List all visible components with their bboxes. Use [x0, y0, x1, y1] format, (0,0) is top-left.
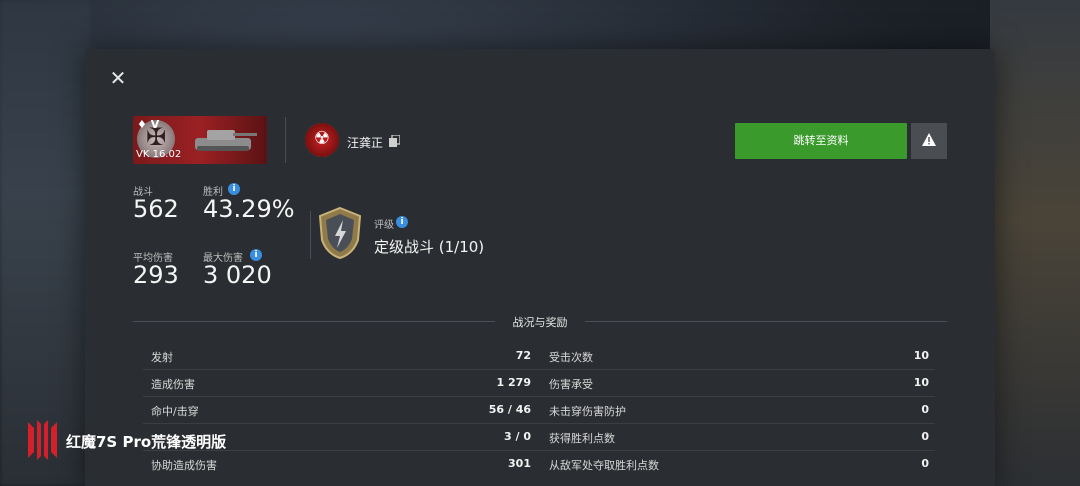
- table-row: 3 / 0 获得胜利点数 0: [143, 424, 935, 451]
- row-label: 协助造成伤害: [151, 459, 217, 472]
- warning-icon: [922, 133, 936, 146]
- avg-damage-value: 293: [133, 261, 179, 289]
- row-value: 0: [921, 403, 929, 416]
- divider: [585, 321, 947, 322]
- row-label: 造成伤害: [151, 378, 195, 391]
- row-label: 从敌军处夺取胜利点数: [549, 459, 659, 472]
- row-label: 受击次数: [549, 351, 593, 364]
- table-row: 发射 72 受击次数 10: [143, 343, 935, 370]
- row-value: 3 / 0: [504, 430, 531, 443]
- background-right: [990, 0, 1080, 486]
- redmagic-logo-icon: [28, 420, 57, 460]
- info-icon[interactable]: i: [228, 183, 240, 195]
- table-row: 命中/击穿 56 / 46 未击穿伤害防护 0: [143, 397, 935, 424]
- rank-shield-icon: [318, 206, 362, 260]
- copy-icon[interactable]: [389, 135, 400, 147]
- close-icon[interactable]: ✕: [107, 67, 129, 89]
- player-name: 汪龚正: [347, 136, 384, 150]
- divider: [285, 117, 286, 163]
- watermark-text: 红魔7S Pro荒锋透明版: [66, 433, 227, 451]
- background-left: [0, 0, 90, 486]
- row-value: 72: [515, 349, 531, 362]
- info-icon[interactable]: i: [396, 216, 408, 228]
- row-label: 获得胜利点数: [549, 432, 615, 445]
- table-row: 造成伤害 1 279 伤害承受 10: [143, 370, 935, 397]
- max-damage-value: 3 020: [203, 261, 272, 289]
- row-value: 0: [921, 457, 929, 470]
- tank-tier: ♦ V: [137, 118, 160, 131]
- report-button[interactable]: [911, 123, 947, 159]
- row-value: 56 / 46: [488, 403, 531, 416]
- rank-label: 评级: [374, 220, 394, 231]
- tank-icon: [195, 130, 257, 151]
- tank-card: ♦ V VK 16.02: [133, 116, 267, 164]
- battles-value: 562: [133, 195, 179, 223]
- goto-profile-button[interactable]: 跳转至资料: [735, 123, 907, 159]
- row-label: 伤害承受: [549, 378, 593, 391]
- info-icon[interactable]: i: [250, 249, 262, 261]
- row-label: 发射: [151, 351, 173, 364]
- row-value: 10: [913, 349, 929, 362]
- tank-name: VK 16.02: [136, 149, 182, 160]
- winrate-value: 43.29%: [203, 195, 295, 223]
- row-value: 10: [913, 376, 929, 389]
- row-label: 命中/击穿: [151, 405, 199, 418]
- divider: [310, 211, 311, 259]
- row-value: 301: [508, 457, 531, 470]
- clan-badge-icon: [305, 123, 339, 157]
- rank-value: 定级战斗 (1/10): [374, 238, 485, 256]
- row-label: 未击穿伤害防护: [549, 405, 626, 418]
- row-value: 1 279: [496, 376, 531, 389]
- divider: [133, 321, 495, 322]
- player-stats-dialog: ✕ ♦ V VK 16.02 汪龚正 跳转至资料 战斗 562 胜利 i 43.…: [85, 49, 995, 486]
- row-value: 0: [921, 430, 929, 443]
- section-title: 战况与奖励: [512, 316, 568, 329]
- table-row: 协助造成伤害 301 从敌军处夺取胜利点数 0: [143, 451, 935, 478]
